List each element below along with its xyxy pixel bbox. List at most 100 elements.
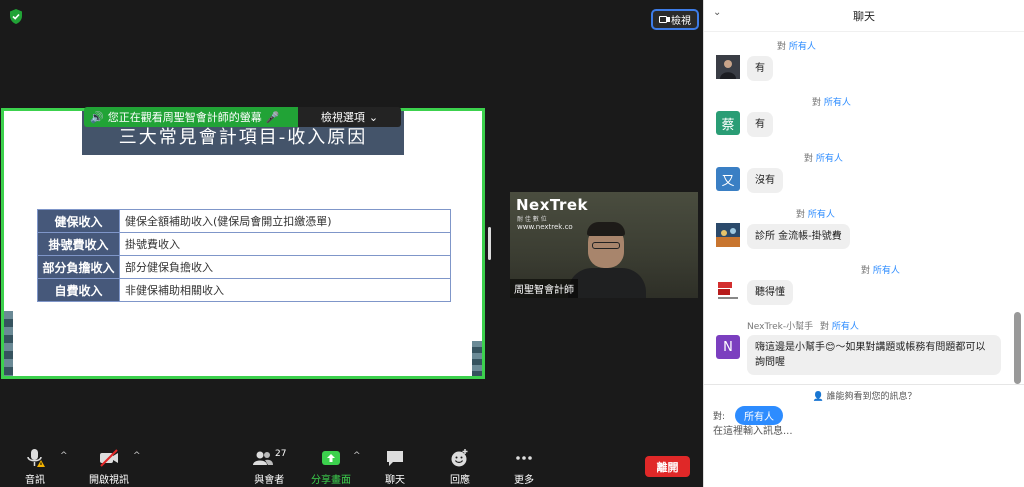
slide-decoration xyxy=(4,311,13,376)
video-off-icon xyxy=(98,447,120,469)
participants-icon: 27 xyxy=(252,447,286,469)
share-screen-icon xyxy=(320,447,342,469)
chat-header: ⌄ 聊天 xyxy=(704,0,1024,32)
participant-name: 周聖智會計師 xyxy=(510,279,578,298)
start-video-button[interactable]: 開啟視訊 xyxy=(89,447,129,486)
video-url: www.nextrek.co xyxy=(517,223,573,231)
recipient-everyone[interactable]: 所有人 xyxy=(873,266,900,276)
table-cell-value: 非健保補助相關收入 xyxy=(119,278,451,302)
chat-button[interactable]: 聊天 xyxy=(384,447,406,486)
more-button[interactable]: 更多 xyxy=(513,447,535,486)
avatar: 蔡 xyxy=(716,111,740,135)
view-options-button[interactable]: 檢視選項 ⌄ xyxy=(298,107,401,127)
to-label: 對: xyxy=(713,412,726,422)
view-button[interactable]: 檢視 xyxy=(651,9,699,30)
message-bubble: 嗨這邊是小幫手😊～如果對講題或帳務有問題都可以詢問喔 xyxy=(747,335,1001,375)
who-can-see-text: 誰能夠看到您的訊息？ xyxy=(826,392,917,402)
table-cell-key: 部分負擔收入 xyxy=(37,255,120,279)
message-bubble: 有 xyxy=(747,112,773,137)
participant-video[interactable]: NexTrek 耐 佳 數 位 www.nextrek.co 周聖智會計師 xyxy=(510,192,698,298)
recipient-everyone[interactable]: 所有人 xyxy=(816,154,843,164)
microphone-icon xyxy=(24,447,46,469)
recipient-everyone[interactable]: 所有人 xyxy=(832,322,859,332)
to-prefix: 對 xyxy=(796,210,806,220)
shared-screen[interactable]: 三大常見會計項目-收入原因 健保收入 健保全額補助收入(健保局會開立扣繳憑單) … xyxy=(1,108,485,379)
chevron-up-icon[interactable]: ^ xyxy=(133,451,141,461)
message-bubble: 聽得懂 xyxy=(747,280,793,305)
table-cell-key: 健保收入 xyxy=(37,209,120,233)
chat-label: 聊天 xyxy=(385,475,405,486)
message-sender: NexTrek-小幫手 xyxy=(747,322,814,332)
message-recipient: 對 所有人 xyxy=(804,151,843,164)
avatar: 又 xyxy=(716,167,740,191)
table-cell-value: 部分健保負擔收入 xyxy=(119,255,451,279)
avatar: N xyxy=(716,335,740,359)
chevron-up-icon[interactable]: ^ xyxy=(60,451,68,461)
message-recipient: NexTrek-小幫手 對 所有人 xyxy=(747,319,859,332)
video-logo-sub: 耐 佳 數 位 xyxy=(517,216,547,223)
zoom-window: 檢視 三大常見會計項目-收入原因 健保收入 健保全額補助收入(健保局會開立扣繳憑… xyxy=(0,0,1024,487)
person-body xyxy=(568,268,646,298)
meeting-area: 檢視 三大常見會計項目-收入原因 健保收入 健保全額補助收入(健保局會開立扣繳憑… xyxy=(0,0,703,487)
chat-panel: ⌄ 聊天 對 所有人 有 對 所有人 蔡 有 對 所有人 又 沒有 對 所有人 xyxy=(703,0,1024,487)
table-row: 掛號費收入 掛號費收入 xyxy=(37,232,451,256)
meeting-toolbar: 音訊 ^ 開啟視訊 ^ 27 與會者 分享畫面 ^ 聊天 回應 更多 離開 xyxy=(0,445,703,487)
avatar xyxy=(716,279,740,303)
video-logo-text: NexTrek xyxy=(516,196,589,214)
participant-count: 27 xyxy=(275,449,287,459)
share-notice-bar: 🔊 您正在觀看周聖智會計師的螢幕 🎤 檢視選項 ⌄ xyxy=(84,107,401,127)
to-prefix: 對 xyxy=(820,322,830,332)
slide-table: 健保收入 健保全額補助收入(健保局會開立扣繳憑單) 掛號費收入 掛號費收入 部分… xyxy=(37,209,451,302)
share-notice-text: 您正在觀看周聖智會計師的螢幕 xyxy=(107,111,262,124)
share-screen-button[interactable]: 分享畫面 xyxy=(311,447,351,486)
to-prefix: 對 xyxy=(777,42,787,52)
table-cell-value: 掛號費收入 xyxy=(119,232,451,256)
reaction-icon xyxy=(449,447,471,469)
start-video-label: 開啟視訊 xyxy=(89,475,129,486)
table-cell-key: 掛號費收入 xyxy=(37,232,120,256)
chat-message-input[interactable]: 在這裡輸入訊息... xyxy=(713,422,793,437)
audio-button[interactable]: 音訊 xyxy=(24,447,46,486)
message-bubble: 診所 金流帳-掛號費 xyxy=(747,224,850,249)
message-recipient: 對 所有人 xyxy=(796,207,835,220)
avatar xyxy=(716,223,740,247)
avatar xyxy=(716,55,740,79)
recipient-everyone[interactable]: 所有人 xyxy=(808,210,835,220)
who-can-see-link[interactable]: 👤 誰能夠看到您的訊息？ xyxy=(704,389,1024,402)
chevron-down-icon: ⌄ xyxy=(368,110,379,124)
recipient-everyone[interactable]: 所有人 xyxy=(824,98,851,108)
slide-decoration xyxy=(472,341,482,376)
person-glasses xyxy=(592,242,620,249)
message-bubble: 有 xyxy=(747,56,773,81)
message-recipient: 對 所有人 xyxy=(777,39,816,52)
table-cell-value: 健保全額補助收入(健保局會開立扣繳憑單) xyxy=(119,209,451,233)
view-button-label: 檢視 xyxy=(671,16,691,27)
share-notice: 🔊 您正在觀看周聖智會計師的螢幕 🎤 xyxy=(84,107,298,127)
table-row: 自費收入 非健保補助相關收入 xyxy=(37,278,451,302)
leave-button[interactable]: 離開 xyxy=(645,456,690,477)
message-recipient: 對 所有人 xyxy=(812,95,851,108)
table-row: 健保收入 健保全額補助收入(健保局會開立扣繳憑單) xyxy=(37,209,451,233)
share-screen-label: 分享畫面 xyxy=(311,475,351,486)
reactions-button[interactable]: 回應 xyxy=(449,447,471,486)
shield-icon[interactable] xyxy=(8,8,24,25)
recipient-everyone[interactable]: 所有人 xyxy=(789,42,816,52)
person-hair xyxy=(587,222,625,236)
resize-handle[interactable] xyxy=(488,227,491,260)
table-cell-key: 自費收入 xyxy=(37,278,120,302)
table-row: 部分負擔收入 部分健保負擔收入 xyxy=(37,255,451,279)
speaker-icon: 🔊 xyxy=(90,110,104,124)
to-prefix: 對 xyxy=(804,154,814,164)
chevron-up-icon[interactable]: ^ xyxy=(353,451,361,461)
to-prefix: 對 xyxy=(812,98,822,108)
message-bubble: 沒有 xyxy=(747,168,783,193)
chat-title: 聊天 xyxy=(853,9,875,23)
chat-scrollbar[interactable] xyxy=(1014,312,1021,384)
chevron-down-icon[interactable]: ⌄ xyxy=(713,7,721,18)
person-icon: 👤 xyxy=(812,392,824,402)
view-layout-icon xyxy=(659,16,670,23)
participants-button[interactable]: 27 與會者 xyxy=(252,447,286,486)
to-prefix: 對 xyxy=(861,266,871,276)
audio-label: 音訊 xyxy=(25,475,45,486)
more-label: 更多 xyxy=(514,475,534,486)
